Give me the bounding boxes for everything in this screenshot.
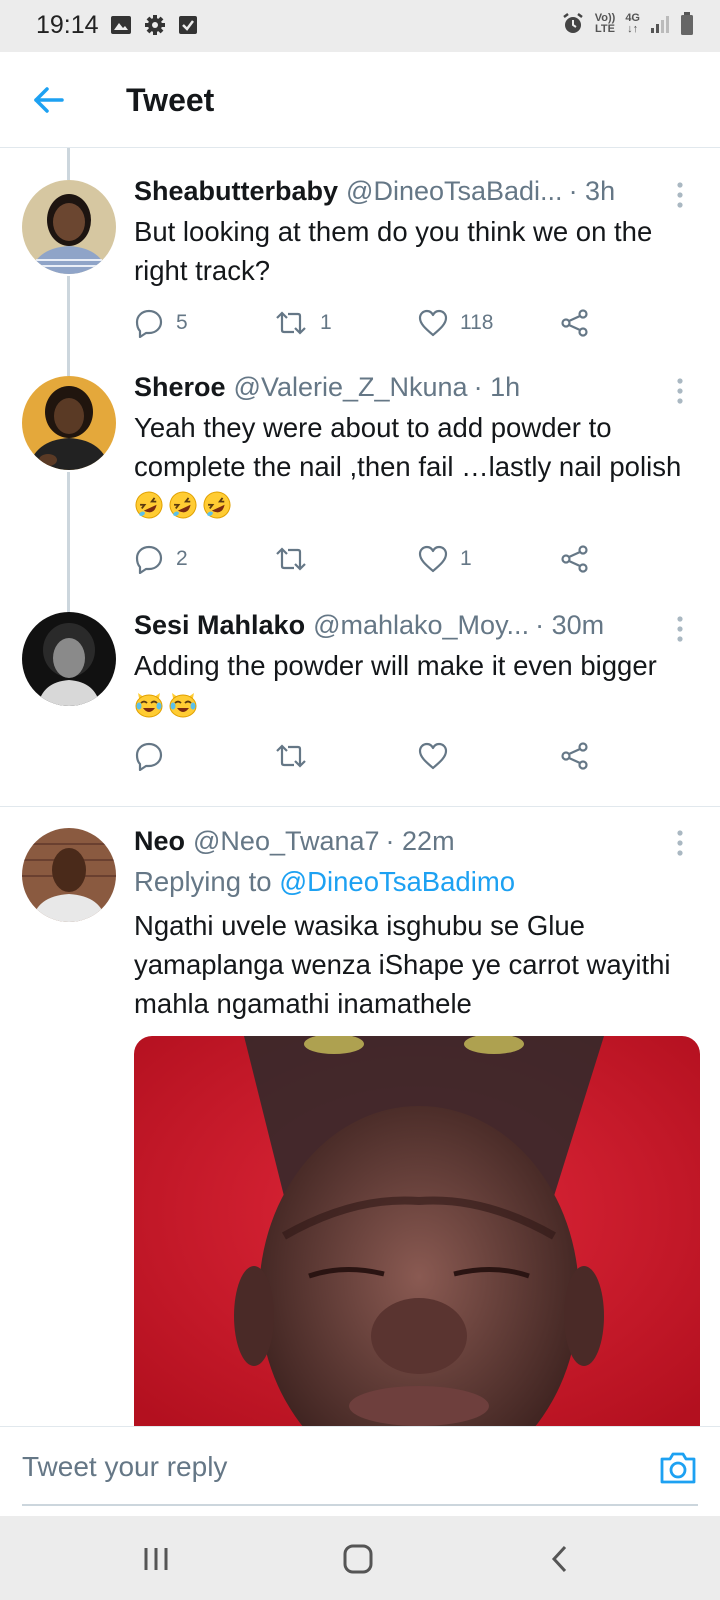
thread-connector [67,148,70,180]
tweet-text: Adding the powder will make it even bigg… [134,650,657,681]
volte-icon: Vo)) LTE [594,12,616,35]
heart-icon [418,545,448,573]
section-divider [0,806,720,807]
like-button[interactable] [418,738,460,774]
author-handle[interactable]: @mahlako_Moy... [313,610,529,641]
recent-apps-icon[interactable] [136,1542,176,1576]
reply-icon [135,309,163,338]
retweet-button[interactable] [274,541,320,577]
tweet-actions: 5 1 118 [134,305,604,341]
more-options-icon[interactable] [670,828,690,858]
reply-icon [135,742,163,771]
author-handle[interactable]: @Valerie_Z_Nkuna [234,372,468,403]
retweet-icon [276,547,306,571]
home-icon[interactable] [338,1542,378,1576]
tweet-text-block: Yeah they were about to add powder to co… [134,408,684,525]
rofl-emoji-icon [135,491,163,519]
reply-button[interactable]: 5 [134,305,188,341]
tweet-time: · 30m [535,610,605,640]
signal-icon [651,16,669,33]
checkbox-icon [179,16,197,34]
emoji-group [134,689,202,720]
author-handle[interactable]: @Neo_Twana7 [193,826,380,857]
thread-connector [67,472,70,612]
gear-icon [145,15,165,35]
network-indicator: 4G ↓↑ [625,13,640,35]
status-bar: 19:14 Vo)) LTE 4G ↓↑ [0,0,720,52]
heart-icon [418,309,448,337]
gallery-icon [111,16,131,34]
author-name[interactable]: Sheabutterbaby [134,176,338,207]
tweet-time: · 22m [385,826,455,856]
share-icon [561,742,588,770]
retweet-count: 1 [320,311,332,334]
tweet-text: Yeah they were about to add powder to co… [134,412,682,482]
tweet-text-block: Adding the powder will make it even bigg… [134,646,684,724]
share-icon [561,309,588,337]
retweet-icon [276,744,306,768]
share-button[interactable] [560,305,590,341]
share-button[interactable] [560,541,590,577]
tweet-actions: 2 1 [134,541,604,577]
like-count: 118 [460,311,494,334]
data-arrows-icon: ↓↑ [627,23,639,35]
more-options-icon[interactable] [670,180,690,210]
author-name[interactable]: Neo [134,826,185,857]
reply-input[interactable]: Tweet your reply [22,1451,227,1483]
avatar[interactable] [22,376,116,470]
more-options-icon[interactable] [670,376,690,406]
retweet-button[interactable] [274,738,320,774]
replying-to: Replying to @DineoTsaBadimo [134,866,515,898]
avatar[interactable] [22,180,116,274]
author-handle[interactable]: @DineoTsaBadi... [346,176,563,207]
tweet-text: But looking at them do you think we on t… [134,216,653,286]
retweet-button[interactable]: 1 [274,305,332,341]
reply-count: 5 [176,311,188,334]
tweet-time: · 3h [568,176,616,206]
replying-prefix: Replying to [134,866,280,897]
thread-connector [67,276,70,376]
tweet-actions [134,738,604,774]
retweet-icon [276,311,306,335]
reply-composer: Tweet your reply [0,1426,720,1516]
camera-icon[interactable] [658,1449,698,1487]
avatar[interactable] [22,828,116,922]
share-button[interactable] [560,738,590,774]
rofl-emoji-icon [169,491,197,519]
status-time: 19:14 [36,11,99,39]
tweet-text: Ngathi uvele wasika isghubu se Glue yama… [134,910,671,1019]
reply-button[interactable] [134,738,176,774]
heart-icon [418,742,448,770]
reply-button[interactable]: 2 [134,541,188,577]
like-button[interactable]: 1 [418,541,472,577]
reply-count: 2 [176,547,188,570]
arrow-left-icon[interactable] [28,80,68,120]
share-icon [561,545,588,573]
reply-icon [135,545,163,574]
cat-joy-emoji-icon [169,693,197,718]
reply-input-underline [22,1504,698,1506]
cat-joy-emoji-icon [135,693,163,718]
alarm-icon [562,13,583,33]
back-icon[interactable] [540,1542,580,1576]
tweet-time: · 1h [473,372,521,402]
page-title: Tweet [126,82,215,118]
rofl-emoji-icon [203,491,231,519]
system-nav-bar [0,1516,720,1600]
more-options-icon[interactable] [670,614,690,644]
author-name[interactable]: Sesi Mahlako [134,610,305,641]
like-count: 1 [460,547,472,570]
replying-handle-link[interactable]: @DineoTsaBadimo [279,866,515,897]
top-app-bar: Tweet [0,52,720,148]
avatar[interactable] [22,612,116,706]
battery-icon [681,12,693,35]
emoji-group [134,490,236,521]
tweet-media-image[interactable] [134,1036,700,1428]
like-button[interactable]: 118 [418,305,493,341]
author-name[interactable]: Sheroe [134,372,226,403]
